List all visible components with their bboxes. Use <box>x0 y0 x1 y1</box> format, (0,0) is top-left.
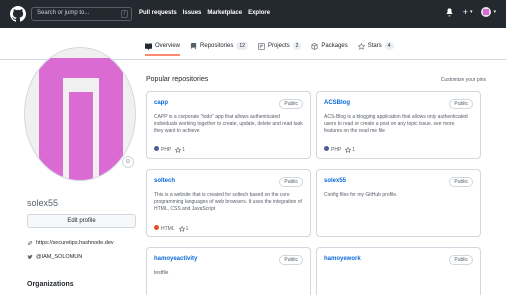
profile-tabs: Overview Repositories 12 Projects 2 Pack… <box>145 42 394 56</box>
stars-count-badge: 4 <box>384 42 394 50</box>
edit-profile-button[interactable]: Edit profile <box>27 214 136 228</box>
tab-packages[interactable]: Packages <box>311 42 348 56</box>
star-count: 1 <box>182 146 186 153</box>
star-icon <box>178 225 185 232</box>
repo-language: PHP <box>154 146 171 153</box>
github-logo-icon[interactable] <box>10 6 26 22</box>
visibility-badge: Public <box>449 255 473 265</box>
repo-stars-link[interactable]: 1 <box>175 146 186 153</box>
bell-icon[interactable] <box>445 7 454 17</box>
repo-language: HTML <box>154 225 175 232</box>
repo-name-link[interactable]: hamoyeactivity <box>154 256 197 262</box>
repo-name-link[interactable]: soltech <box>154 178 175 184</box>
profile-username: solex55 <box>27 198 59 208</box>
projects-count-badge: 2 <box>292 42 302 50</box>
header-actions: + ▾ ▾ <box>445 7 496 17</box>
visibility-badge: Public <box>449 177 473 187</box>
visibility-badge: Public <box>449 99 473 109</box>
package-icon <box>311 42 318 50</box>
star-icon <box>357 42 365 50</box>
project-icon <box>258 42 265 50</box>
profile-twitter-row: @IAM_SOLOMUN <box>27 254 82 260</box>
star-icon <box>175 146 182 153</box>
repo-meta: HTML 1 <box>154 225 188 232</box>
profile-avatar[interactable] <box>24 47 136 181</box>
repo-card: hamoyework Public <box>316 247 481 295</box>
twitter-icon <box>27 254 33 259</box>
repo-card: hamoyeactivity Public testfile <box>146 247 311 295</box>
chevron-down-icon[interactable]: ▾ <box>470 9 473 15</box>
star-count: 1 <box>185 225 189 232</box>
language-dot-icon <box>154 225 159 230</box>
nav-explore[interactable]: Explore <box>248 10 270 16</box>
language-name: HTML <box>161 226 175 232</box>
repo-card: capp Public CAPP is a corporate "todo" a… <box>146 91 311 159</box>
tab-projects-label: Projects <box>267 43 290 49</box>
search-input[interactable]: Search or jump to... / <box>31 7 132 21</box>
nav-marketplace[interactable]: Marketplace <box>207 10 242 16</box>
language-dot-icon <box>154 146 159 151</box>
repo-name-link[interactable]: hamoyework <box>324 256 361 262</box>
repo-card: soltech Public This is a website that is… <box>146 169 311 237</box>
set-status-emoji-button[interactable]: ☺ <box>122 156 134 168</box>
tab-overview-label: Overview <box>155 43 181 49</box>
language-name: PHP <box>331 147 342 153</box>
repo-description: This is a website that is created for so… <box>154 192 302 212</box>
repo-stars-link[interactable]: 1 <box>345 146 356 153</box>
star-count: 1 <box>352 146 356 153</box>
search-shortcut-key: / <box>121 10 128 18</box>
popular-repos-heading: Popular repositories <box>146 76 209 83</box>
nav-pull-requests[interactable]: Pull requests <box>139 10 177 16</box>
tab-stars-label: Stars <box>367 43 382 49</box>
repo-icon <box>190 42 197 49</box>
tab-overview[interactable]: Overview <box>145 42 181 56</box>
repo-description: ACS-Blog is a blogging application that … <box>324 114 468 134</box>
language-dot-icon <box>324 146 329 151</box>
language-name: PHP <box>161 147 172 153</box>
tab-stars[interactable]: Stars 4 <box>357 42 394 56</box>
tab-packages-label: Packages <box>321 43 348 49</box>
profile-twitter-handle[interactable]: @IAM_SOLOMUN <box>36 254 82 260</box>
visibility-badge: Public <box>279 177 303 187</box>
visibility-badge: Public <box>279 255 303 265</box>
repo-description: testfile <box>154 270 169 276</box>
tab-repositories-label: Repositories <box>200 43 234 49</box>
repo-card: ACSBlog Public ACS-Blog is a blogging ap… <box>316 91 481 159</box>
organizations-heading: Organizations <box>27 281 74 288</box>
tab-repositories[interactable]: Repositories 12 <box>190 42 248 56</box>
search-placeholder: Search or jump to... <box>37 10 90 16</box>
avatar-chevron-down-icon[interactable]: ▾ <box>493 9 496 15</box>
top-header: Search or jump to... / Pull requests Iss… <box>0 0 506 28</box>
repo-name-link[interactable]: ACSBlog <box>324 100 350 106</box>
header-nav: Pull requests Issues Marketplace Explore <box>139 10 270 16</box>
customize-pins-link[interactable]: Customize your pins <box>441 77 486 83</box>
visibility-badge: Public <box>279 99 303 109</box>
link-icon <box>27 241 33 245</box>
profile-website-link[interactable]: https://securetips.hashnode.dev <box>36 240 114 246</box>
profile-website-row: https://securetips.hashnode.dev <box>27 240 114 246</box>
repo-meta: PHP 1 <box>324 146 355 153</box>
tab-projects[interactable]: Projects 2 <box>258 42 302 56</box>
book-icon <box>145 42 152 50</box>
repo-description: Config files for my GitHub profile. <box>324 192 398 198</box>
repo-name-link[interactable]: capp <box>154 100 168 106</box>
repo-name-link[interactable]: solex55 <box>324 178 346 184</box>
user-avatar-menu[interactable] <box>481 7 492 17</box>
create-new-button[interactable]: + <box>463 7 468 17</box>
repo-meta: PHP 1 <box>154 146 185 153</box>
repo-card: solex55 Public Config files for my GitHu… <box>316 169 481 237</box>
repo-description: CAPP is a corporate "todo" app that allo… <box>154 114 303 134</box>
repo-stars-link[interactable]: 1 <box>178 225 189 232</box>
repositories-count-badge: 12 <box>236 42 248 50</box>
star-icon <box>345 146 352 153</box>
nav-issues[interactable]: Issues <box>183 10 202 16</box>
repo-language: PHP <box>324 146 341 153</box>
